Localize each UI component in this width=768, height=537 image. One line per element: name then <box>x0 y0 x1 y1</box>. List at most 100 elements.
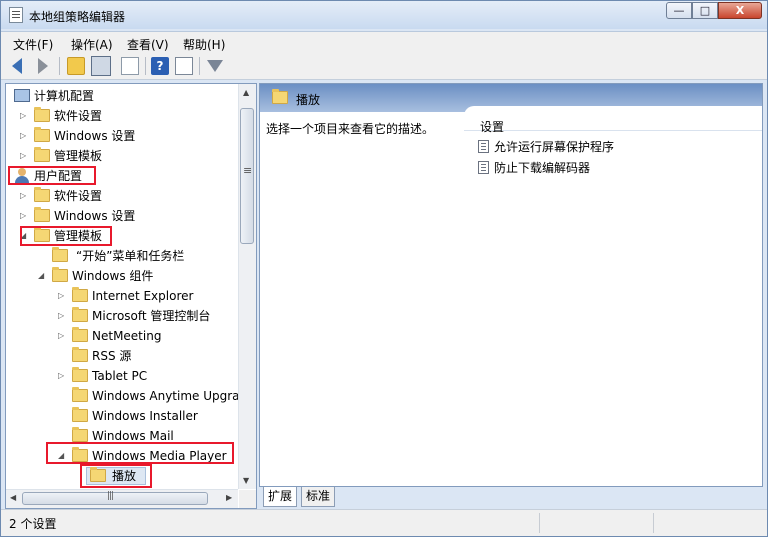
expand-arrow-icon[interactable]: ▷ <box>20 106 30 126</box>
tree-label: 管理模板 <box>54 149 103 163</box>
folder-icon <box>72 407 88 422</box>
collapse-arrow-icon[interactable]: ◢ <box>58 446 68 466</box>
scroll-thumb[interactable] <box>240 108 254 244</box>
collapse-arrow-icon[interactable]: ◢ <box>38 266 48 286</box>
scroll-left-icon[interactable]: ◀ <box>10 493 16 502</box>
maximize-button[interactable]: □ <box>692 2 718 19</box>
scroll-thumb[interactable] <box>22 491 208 505</box>
back-icon[interactable] <box>9 57 27 75</box>
app-window: 本地组策略编辑器 — □ X 文件(F) 操作(A) 查看(V) 帮助(H) ?… <box>0 0 768 537</box>
tab-standard[interactable]: 标准 <box>301 487 336 507</box>
expand-arrow-icon[interactable]: ▷ <box>20 186 30 206</box>
close-button[interactable]: X <box>718 2 762 19</box>
policy-setting-icon <box>478 140 489 153</box>
status-separator <box>653 513 654 533</box>
view-tabs: 扩展 标准 <box>259 487 761 509</box>
folder-icon <box>72 287 88 302</box>
policy-label: 防止下载编解码器 <box>494 161 591 175</box>
expand-arrow-icon[interactable]: ▷ <box>20 126 30 146</box>
computer-icon <box>14 89 30 102</box>
folder-icon <box>72 347 88 362</box>
folder-icon <box>34 187 50 202</box>
scroll-down-icon[interactable]: ▼ <box>243 476 249 485</box>
tree-label: Windows Installer <box>92 409 198 423</box>
tree-label: 用户配置 <box>34 169 83 183</box>
column-label: 设置 <box>480 120 505 134</box>
tree-label: Windows 组件 <box>72 269 154 283</box>
status-bar: 2 个设置 <box>1 509 767 536</box>
export-list-icon[interactable] <box>121 57 139 75</box>
folder-icon <box>34 107 50 122</box>
tree-label: 播放 <box>112 469 137 483</box>
menu-view[interactable]: 查看(V) <box>127 36 169 53</box>
expand-arrow-icon[interactable]: ▷ <box>58 286 68 306</box>
tree-label: 软件设置 <box>54 189 103 203</box>
folder-icon <box>272 89 288 104</box>
folder-icon <box>34 207 50 222</box>
toolbar: ? <box>1 53 767 80</box>
collapse-arrow-icon[interactable]: ◢ <box>20 226 30 246</box>
scroll-up-icon[interactable]: ▲ <box>243 88 249 97</box>
details-title: 播放 <box>296 93 321 107</box>
tree-label: 计算机配置 <box>34 89 95 103</box>
tree-label: Windows Media Player <box>92 449 227 463</box>
tab-extended[interactable]: 扩展 <box>263 487 298 507</box>
status-separator <box>539 513 540 533</box>
up-folder-icon[interactable] <box>67 57 85 75</box>
forward-icon[interactable] <box>33 57 51 75</box>
folder-icon <box>72 427 88 442</box>
folder-open-icon <box>34 227 50 242</box>
expand-arrow-icon[interactable]: ▷ <box>20 146 30 166</box>
properties-icon[interactable] <box>175 57 193 75</box>
tree-horizontal-scrollbar[interactable]: ◀ ▶ <box>6 489 238 508</box>
tree-pane: 计算机配置 ▷ 软件设置 ▷ Windows 设置 ▷ 管理模板 用户配置 ▷ … <box>5 83 257 509</box>
tree-label: Windows 设置 <box>54 209 136 223</box>
folder-icon <box>72 307 88 322</box>
folder-icon <box>72 367 88 382</box>
folder-icon <box>72 327 88 342</box>
tree-label: “开始”菜单和任务栏 <box>76 249 185 263</box>
tree-label: Windows Mail <box>92 429 174 443</box>
toolbar-separator <box>59 57 60 75</box>
expand-arrow-icon[interactable]: ▷ <box>20 206 30 226</box>
folder-open-icon <box>52 267 68 282</box>
tree-label: Tablet PC <box>92 369 148 383</box>
description-text: 选择一个项目来查看它的描述。 <box>266 122 435 136</box>
window-controls: — □ X <box>666 2 762 20</box>
minimize-button[interactable]: — <box>666 2 692 19</box>
menu-action[interactable]: 操作(A) <box>71 36 113 53</box>
tree-label: Windows Anytime Upgra <box>92 389 240 403</box>
policy-setting-icon <box>478 161 489 174</box>
folder-icon <box>52 247 68 262</box>
window-title: 本地组策略编辑器 <box>29 10 126 24</box>
tree-label: NetMeeting <box>92 329 162 343</box>
folder-icon <box>34 127 50 142</box>
scroll-corner <box>239 490 256 508</box>
folder-icon <box>90 467 106 482</box>
menu-file[interactable]: 文件(F) <box>13 36 53 53</box>
details-pane: 播放 选择一个项目来查看它的描述。 设置 允许运行屏幕保护程序 防止下载编解码器 <box>259 83 763 487</box>
toolbar-separator <box>199 57 200 75</box>
tree-label: 管理模板 <box>54 229 103 243</box>
folder-icon <box>34 147 50 162</box>
menu-bar: 文件(F) 操作(A) 查看(V) 帮助(H) <box>1 31 767 54</box>
toolbar-separator <box>145 57 146 75</box>
tree-vertical-scrollbar[interactable]: ▲ ▼ <box>238 84 256 489</box>
title-bar: 本地组策略编辑器 — □ X <box>1 1 767 29</box>
show-hide-tree-icon[interactable] <box>91 56 111 76</box>
expand-arrow-icon[interactable]: ▷ <box>58 366 68 386</box>
settings-column-header[interactable]: 设置 <box>464 106 762 134</box>
tree-label: RSS 源 <box>92 349 132 363</box>
help-icon[interactable]: ? <box>151 57 169 75</box>
folder-open-icon <box>72 447 88 462</box>
filter-icon[interactable] <box>207 57 225 75</box>
tree-label: Windows 设置 <box>54 129 136 143</box>
scroll-right-icon[interactable]: ▶ <box>226 493 232 502</box>
expand-arrow-icon[interactable]: ▷ <box>58 326 68 346</box>
policy-label: 允许运行屏幕保护程序 <box>494 140 615 154</box>
menu-help[interactable]: 帮助(H) <box>183 36 225 53</box>
expand-arrow-icon[interactable]: ▷ <box>58 306 68 326</box>
tree-label: Microsoft 管理控制台 <box>92 309 211 323</box>
tree-label: 软件设置 <box>54 109 103 123</box>
folder-icon <box>72 387 88 402</box>
